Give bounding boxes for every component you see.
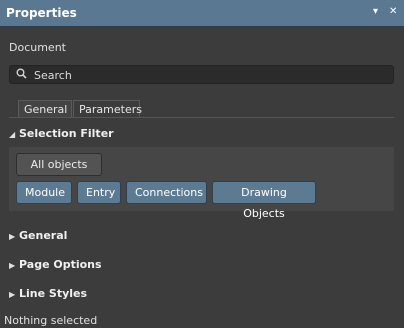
collapsed-icon: ▶ — [9, 290, 16, 299]
search-icon — [16, 68, 27, 82]
section-selection-filter[interactable]: ◢ Selection Filter — [9, 127, 114, 140]
search-field[interactable]: Search — [9, 65, 394, 84]
collapsed-icon: ▶ — [9, 232, 16, 241]
collapsed-icon: ▶ — [9, 261, 16, 270]
filter-module-button[interactable]: Module — [16, 181, 72, 204]
panel-title: Properties — [6, 6, 77, 20]
section-label: Page Options — [19, 258, 102, 271]
tab-divider — [9, 117, 394, 118]
filter-connections-button[interactable]: Connections — [126, 181, 207, 204]
close-icon[interactable]: ✕ — [389, 6, 397, 17]
section-label: Line Styles — [19, 287, 88, 300]
panel-titlebar: Properties ▾ ✕ — [0, 0, 404, 27]
search-input[interactable]: Search — [34, 69, 72, 82]
status-text: Nothing selected — [4, 314, 98, 327]
section-label: General — [19, 229, 68, 242]
all-objects-button[interactable]: All objects — [16, 153, 102, 176]
expanded-icon: ◢ — [9, 130, 16, 139]
filter-entry-button[interactable]: Entry — [77, 181, 121, 204]
tab-parameters[interactable]: Parameters — [73, 100, 142, 118]
section-page-options[interactable]: ▶ Page Options — [9, 258, 102, 271]
filter-drawing-objects-button[interactable]: Drawing Objects — [212, 181, 316, 220]
section-general[interactable]: ▶ General — [9, 229, 67, 242]
section-line-styles[interactable]: ▶ Line Styles — [9, 287, 87, 300]
object-type-label: Document — [9, 41, 66, 54]
panel-menu-icon[interactable]: ▾ — [373, 6, 378, 17]
section-label: Selection Filter — [19, 127, 114, 140]
tab-general[interactable]: General — [18, 100, 72, 118]
